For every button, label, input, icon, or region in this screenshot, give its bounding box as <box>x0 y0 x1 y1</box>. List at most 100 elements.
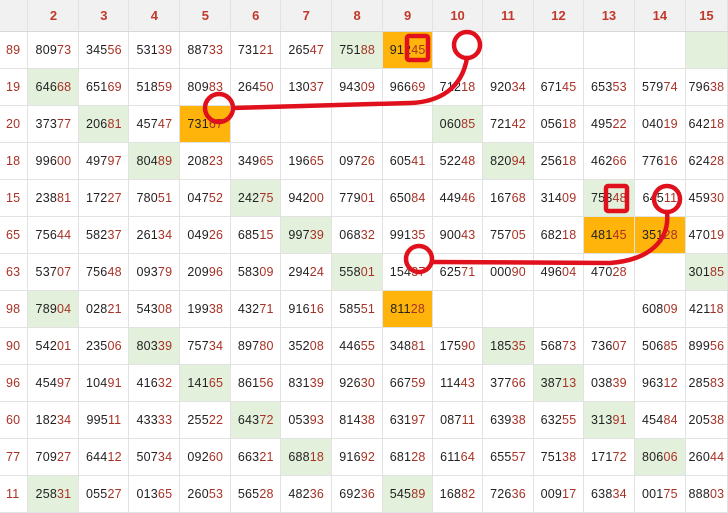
row-index-cell: 96 <box>0 364 29 402</box>
column-header-13: 14 <box>634 0 686 32</box>
number-cell: 86156 <box>230 364 282 402</box>
number-cell: 80339 <box>128 327 181 365</box>
number-cell: 18535 <box>482 327 534 365</box>
number-cell: 09726 <box>331 142 384 180</box>
column-header-4: 5 <box>179 0 232 32</box>
number-cell: 49604 <box>533 253 584 291</box>
header-row: 2 3 4 5 6 7 8 9 10 11 12 13 14 15 <box>0 0 728 32</box>
number-cell: 75705 <box>482 216 534 254</box>
number-cell: 05527 <box>78 475 130 513</box>
number-cell: 63255 <box>533 401 584 439</box>
number-cell: 64372 <box>230 401 282 439</box>
number-cell: 02821 <box>78 290 130 328</box>
number-cell: 91245 <box>382 31 434 69</box>
number-cell: 83139 <box>280 364 333 402</box>
number-cell: 45484 <box>634 401 686 439</box>
number-cell <box>482 290 534 328</box>
number-cell: 29424 <box>280 253 333 291</box>
number-cell: 04019 <box>634 105 686 143</box>
number-cell: 72142 <box>482 105 534 143</box>
number-cell: 64668 <box>27 68 80 106</box>
number-cell: 45497 <box>27 364 80 402</box>
number-cell: 58237 <box>78 216 130 254</box>
column-header-0 <box>0 0 29 32</box>
number-cell: 03839 <box>583 364 635 402</box>
number-cell: 92630 <box>331 364 384 402</box>
number-cell: 25618 <box>533 142 584 180</box>
number-cell: 81438 <box>331 401 384 439</box>
number-cell: 63834 <box>583 475 635 513</box>
number-cell: 68818 <box>280 438 333 476</box>
number-cell: 63197 <box>382 401 434 439</box>
number-cell: 34965 <box>230 142 282 180</box>
number-cell: 68218 <box>533 216 584 254</box>
number-cell: 47028 <box>583 253 635 291</box>
number-cell <box>533 31 584 69</box>
column-header-2: 3 <box>78 0 130 32</box>
table-row: 96 45497 10491 41632 14165 86156 83139 92630 667… <box>0 364 728 402</box>
number-cell: 26044 <box>685 438 728 476</box>
number-cell: 14165 <box>179 364 232 402</box>
number-cell: 48236 <box>280 475 333 513</box>
number-cell: 37766 <box>482 364 534 402</box>
column-header-12: 13 <box>583 0 635 32</box>
column-header-8: 9 <box>382 0 434 32</box>
number-cell: 82094 <box>482 142 534 180</box>
row-index-cell: 98 <box>0 290 29 328</box>
table-row: 65 75644 58237 26134 04926 68515 99739 06832 991… <box>0 216 728 254</box>
number-cell: 80973 <box>27 31 80 69</box>
number-cell: 45747 <box>128 105 181 143</box>
number-cell: 25831 <box>27 475 80 513</box>
number-cell: 70927 <box>27 438 80 476</box>
number-cell: 43271 <box>230 290 282 328</box>
number-cell: 09379 <box>128 253 181 291</box>
number-cell: 64412 <box>78 438 130 476</box>
number-cell: 30185 <box>685 253 728 291</box>
number-cell <box>634 253 686 291</box>
number-cell: 73607 <box>583 327 635 365</box>
table-row: 11 25831 05527 01365 26053 56528 48236 69236 545… <box>0 475 728 513</box>
number-cell <box>432 290 484 328</box>
number-cell: 18234 <box>27 401 80 439</box>
row-index-cell: 19 <box>0 68 29 106</box>
number-cell: 77616 <box>634 142 686 180</box>
number-cell: 75138 <box>533 438 584 476</box>
number-cell: 45930 <box>685 179 728 217</box>
number-cell: 63938 <box>482 401 534 439</box>
table-row: 89 80973 34556 53139 88733 73121 26547 75188 912… <box>0 31 728 69</box>
row-index-cell: 65 <box>0 216 29 254</box>
number-cell: 89780 <box>230 327 282 365</box>
number-cell <box>583 31 635 69</box>
number-cell: 52248 <box>432 142 484 180</box>
number-cell: 91616 <box>280 290 333 328</box>
number-cell: 94309 <box>331 68 384 106</box>
number-cell: 13037 <box>280 68 333 106</box>
number-cell: 49797 <box>78 142 130 180</box>
number-cell: 49522 <box>583 105 635 143</box>
number-cell: 75348 <box>583 179 635 217</box>
column-header-1: 2 <box>27 0 80 32</box>
number-cell: 75188 <box>331 31 384 69</box>
number-cell: 34556 <box>78 31 130 69</box>
number-cell: 23506 <box>78 327 130 365</box>
number-cell: 31409 <box>533 179 584 217</box>
column-header-3: 4 <box>128 0 181 32</box>
number-cell <box>382 105 434 143</box>
number-cell: 00917 <box>533 475 584 513</box>
number-cell <box>634 31 686 69</box>
row-index-cell: 20 <box>0 105 29 143</box>
number-cell: 05393 <box>280 401 333 439</box>
number-cell: 65557 <box>482 438 534 476</box>
number-cell: 89956 <box>685 327 728 365</box>
number-cell: 73121 <box>230 31 282 69</box>
number-cell: 55801 <box>331 253 384 291</box>
number-cell: 17227 <box>78 179 130 217</box>
number-cell: 71218 <box>432 68 484 106</box>
number-cell: 20538 <box>685 401 728 439</box>
number-cell <box>533 290 584 328</box>
number-cell: 78904 <box>27 290 80 328</box>
number-cell: 57974 <box>634 68 686 106</box>
number-cell <box>331 105 384 143</box>
number-cell: 08711 <box>432 401 484 439</box>
table-row: 63 53707 75648 09379 20996 58309 29424 55801 154… <box>0 253 728 291</box>
